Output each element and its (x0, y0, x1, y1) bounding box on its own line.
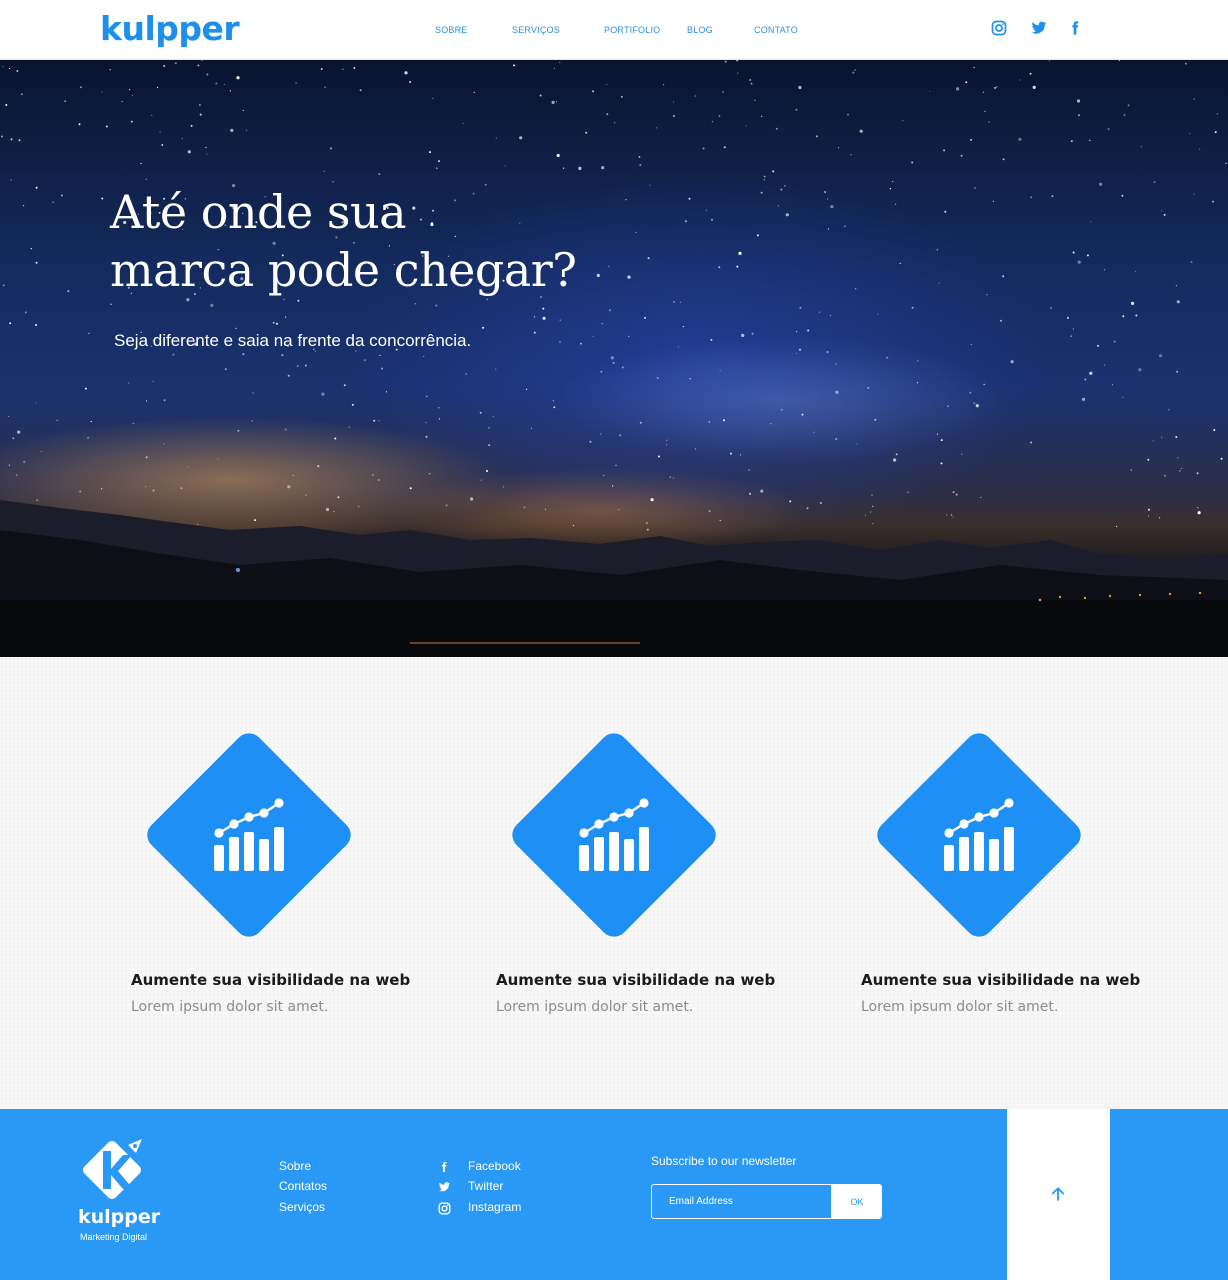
footer-social-label: Instagram (468, 1200, 522, 1214)
footer-link-contatos[interactable]: Contatos (279, 1179, 327, 1193)
feature-card: Aumente sua visibilidade na web Lorem ip… (861, 657, 1181, 1109)
newsletter-form: OK (651, 1184, 882, 1219)
nav-item-blog[interactable]: BLOG (687, 24, 713, 36)
hero-subtitle: Seja diferente e saia na frente da conco… (114, 331, 472, 350)
nav-item-portifolio[interactable]: PORTIFOLIO (604, 24, 660, 36)
feature-diamond (871, 727, 1087, 943)
twitter-icon (439, 1182, 450, 1192)
kulpper-k-logo-icon (82, 1139, 142, 1200)
feature-text: Lorem ipsum dolor sit amet. (131, 999, 329, 1015)
feature-title: Aumente sua visibilidade na web (861, 971, 1141, 989)
hero-title: Até onde sua marca pode chegar? (110, 183, 630, 299)
twitter-icon[interactable] (1031, 20, 1047, 36)
facebook-icon (442, 1162, 447, 1172)
feature-diamond (506, 727, 722, 943)
feature-title: Aumente sua visibilidade na web (496, 971, 776, 989)
nav-item-servicos[interactable]: SERVIÇOS (512, 24, 560, 36)
hero-title-line2: marca pode chegar? (110, 243, 577, 297)
arrow-up-icon (1051, 1187, 1065, 1201)
night-sky-background (0, 60, 1228, 657)
nav-item-contato[interactable]: CONTATO (754, 24, 798, 36)
newsletter-submit-button[interactable]: OK (831, 1185, 881, 1218)
feature-text: Lorem ipsum dolor sit amet. (496, 999, 694, 1015)
feature-card: Aumente sua visibilidade na web Lorem ip… (131, 657, 451, 1109)
footer-social-label: Twitter (468, 1179, 504, 1193)
growth-chart-icon (579, 798, 649, 871)
hero-banner: Até onde sua marca pode chegar? Seja dif… (0, 60, 1228, 657)
footer-link-servicos[interactable]: Serviços (279, 1200, 325, 1214)
footer-logo-tagline: Marketing Digital (80, 1232, 148, 1242)
newsletter-title: Subscribe to our newsletter (651, 1154, 797, 1168)
instagram-icon (438, 1202, 451, 1215)
back-to-top-button[interactable] (1007, 1109, 1110, 1280)
site-footer: kulpper Marketing Digital Sobre Contatos… (0, 1109, 1228, 1280)
growth-chart-icon (214, 798, 284, 871)
feature-card: Aumente sua visibilidade na web Lorem ip… (496, 657, 816, 1109)
feature-title: Aumente sua visibilidade na web (131, 971, 411, 989)
feature-text: Lorem ipsum dolor sit amet. (861, 999, 1059, 1015)
facebook-icon[interactable] (1067, 20, 1083, 36)
site-header: kulpper SOBRE SERVIÇOS PORTIFOLIO BLOG C… (0, 0, 1228, 60)
hero-title-line1: Até onde sua (110, 185, 407, 239)
footer-social-label: Facebook (468, 1159, 521, 1173)
feature-diamond (141, 727, 357, 943)
growth-chart-icon (944, 798, 1014, 871)
features-section: Aumente sua visibilidade na web Lorem ip… (0, 657, 1228, 1109)
instagram-icon[interactable] (991, 20, 1007, 36)
footer-link-sobre[interactable]: Sobre (279, 1159, 311, 1173)
newsletter-email-input[interactable] (652, 1185, 831, 1218)
nav-item-sobre[interactable]: SOBRE (435, 24, 468, 36)
footer-logo-text: kulpper (78, 1206, 161, 1228)
